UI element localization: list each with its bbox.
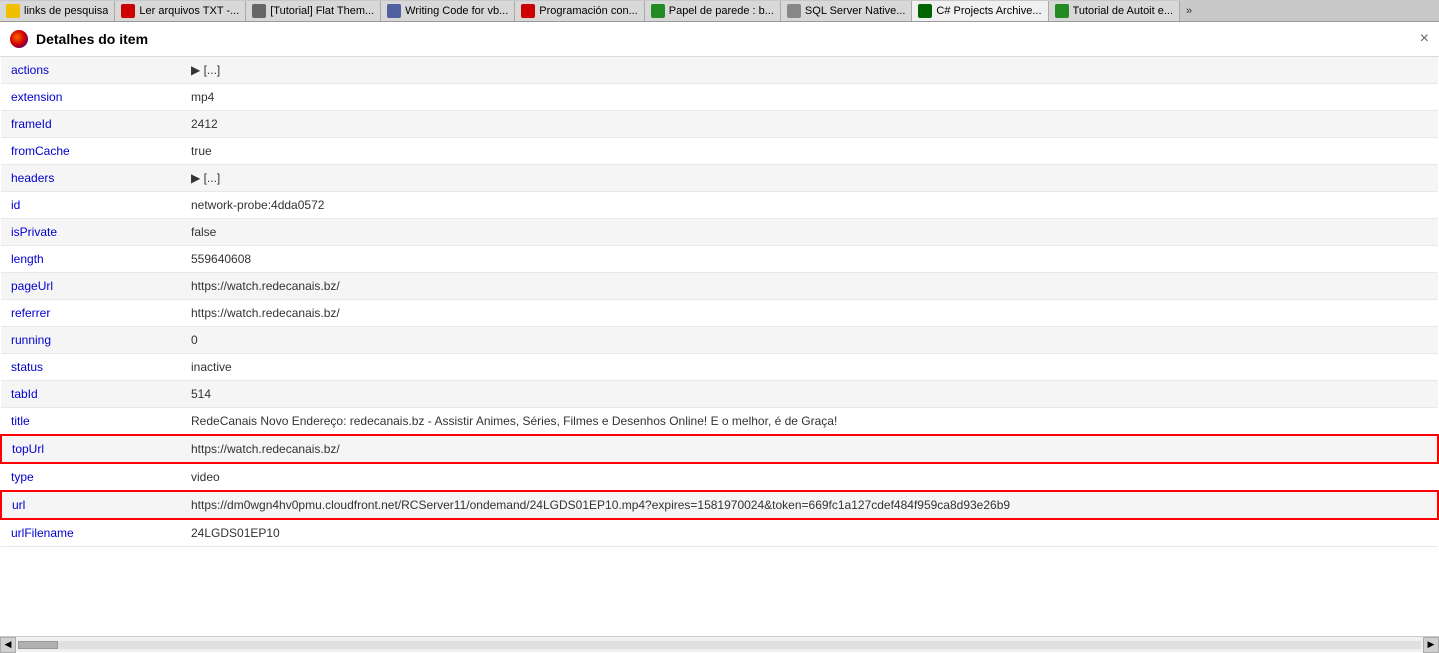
browser-tab-1[interactable]: links de pesquisa [0, 1, 115, 21]
tab-favicon-6 [651, 4, 665, 18]
detail-value-title: RedeCanais Novo Endereço: redecanais.bz … [181, 408, 1438, 436]
detail-row-url: urlhttps://dm0wgn4hv0pmu.cloudfront.net/… [1, 491, 1438, 519]
detail-key-tabId: tabId [1, 381, 181, 408]
main-content: Detalhes do item × actions▶ [...]extensi… [0, 22, 1439, 636]
scroll-thumb[interactable] [18, 641, 58, 649]
detail-key-type: type [1, 463, 181, 491]
detail-table: actions▶ [...]extensionmp4frameId2412fro… [0, 57, 1439, 547]
browser-tab-6[interactable]: Papel de parede : b... [645, 1, 781, 21]
detail-value-actions: ▶ [...] [181, 57, 1438, 84]
detail-key-pageUrl: pageUrl [1, 273, 181, 300]
detail-row-referrer: referrerhttps://watch.redecanais.bz/ [1, 300, 1438, 327]
tab-bar: links de pesquisa Ler arquivos TXT -... [T… [0, 0, 1439, 22]
tab-more-button[interactable]: » [1180, 5, 1198, 17]
detail-row-fromCache: fromCachetrue [1, 138, 1438, 165]
detail-key-title: title [1, 408, 181, 436]
detail-row-headers: headers▶ [...] [1, 165, 1438, 192]
panel-icon [10, 30, 28, 48]
scroll-left-button[interactable]: ◀ [0, 637, 16, 653]
detail-value-fromCache: true [181, 138, 1438, 165]
detail-key-isPrivate: isPrivate [1, 219, 181, 246]
detail-value-topUrl: https://watch.redecanais.bz/ [181, 435, 1438, 463]
detail-row-frameId: frameId2412 [1, 111, 1438, 138]
detail-key-length: length [1, 246, 181, 273]
detail-row-status: statusinactive [1, 354, 1438, 381]
detail-value-tabId: 514 [181, 381, 1438, 408]
tab-favicon-4 [387, 4, 401, 18]
browser-tab-2[interactable]: Ler arquivos TXT -... [115, 1, 246, 21]
panel-header: Detalhes do item × [0, 22, 1439, 57]
detail-row-title: titleRedeCanais Novo Endereço: redecanai… [1, 408, 1438, 436]
tab-label-8: C# Projects Archive... [936, 5, 1041, 17]
tab-favicon-8 [918, 4, 932, 18]
detail-key-headers: headers [1, 165, 181, 192]
detail-value-id: network-probe:4dda0572 [181, 192, 1438, 219]
detail-row-running: running0 [1, 327, 1438, 354]
detail-key-urlFilename: urlFilename [1, 519, 181, 547]
browser-tab-4[interactable]: Writing Code for vb... [381, 1, 515, 21]
detail-value-urlFilename: 24LGDS01EP10 [181, 519, 1438, 547]
detail-row-topUrl: topUrlhttps://watch.redecanais.bz/ [1, 435, 1438, 463]
tab-label-6: Papel de parede : b... [669, 5, 774, 17]
detail-key-topUrl: topUrl [1, 435, 181, 463]
tab-label-3: [Tutorial] Flat Them... [270, 5, 374, 17]
tab-favicon-9 [1055, 4, 1069, 18]
close-button[interactable]: × [1420, 31, 1429, 47]
detail-row-urlFilename: urlFilename24LGDS01EP10 [1, 519, 1438, 547]
tab-label-7: SQL Server Native... [805, 5, 905, 17]
detail-row-id: idnetwork-probe:4dda0572 [1, 192, 1438, 219]
detail-row-extension: extensionmp4 [1, 84, 1438, 111]
detail-key-id: id [1, 192, 181, 219]
detail-value-status: inactive [181, 354, 1438, 381]
bottom-scrollbar[interactable]: ◀ ▶ [0, 636, 1439, 652]
detail-key-frameId: frameId [1, 111, 181, 138]
browser-tab-7[interactable]: SQL Server Native... [781, 1, 912, 21]
tab-favicon-7 [787, 4, 801, 18]
detail-key-url: url [1, 491, 181, 519]
detail-key-running: running [1, 327, 181, 354]
tab-favicon-2 [121, 4, 135, 18]
browser-tab-8[interactable]: C# Projects Archive... [912, 1, 1048, 21]
tab-favicon-5 [521, 4, 535, 18]
browser-tab-5[interactable]: Programación con... [515, 1, 644, 21]
detail-row-tabId: tabId514 [1, 381, 1438, 408]
detail-value-frameId: 2412 [181, 111, 1438, 138]
detail-key-fromCache: fromCache [1, 138, 181, 165]
browser-tab-3[interactable]: [Tutorial] Flat Them... [246, 1, 381, 21]
detail-value-length: 559640608 [181, 246, 1438, 273]
detail-key-extension: extension [1, 84, 181, 111]
panel-title: Detalhes do item [36, 31, 148, 47]
browser-tab-9[interactable]: Tutorial de Autoit e... [1049, 1, 1180, 21]
tab-label-4: Writing Code for vb... [405, 5, 508, 17]
detail-value-url: https://dm0wgn4hv0pmu.cloudfront.net/RCS… [181, 491, 1438, 519]
tab-label-1: links de pesquisa [24, 5, 108, 17]
tab-favicon-1 [6, 4, 20, 18]
detail-row-actions: actions▶ [...] [1, 57, 1438, 84]
detail-row-isPrivate: isPrivatefalse [1, 219, 1438, 246]
detail-value-extension: mp4 [181, 84, 1438, 111]
tab-favicon-3 [252, 4, 266, 18]
detail-key-status: status [1, 354, 181, 381]
scroll-right-button[interactable]: ▶ [1423, 637, 1439, 653]
tab-label-5: Programación con... [539, 5, 637, 17]
detail-value-running: 0 [181, 327, 1438, 354]
detail-value-pageUrl: https://watch.redecanais.bz/ [181, 273, 1438, 300]
tab-label-2: Ler arquivos TXT -... [139, 5, 239, 17]
tab-label-9: Tutorial de Autoit e... [1073, 5, 1173, 17]
detail-row-pageUrl: pageUrlhttps://watch.redecanais.bz/ [1, 273, 1438, 300]
detail-key-actions: actions [1, 57, 181, 84]
detail-value-headers: ▶ [...] [181, 165, 1438, 192]
scroll-track [18, 641, 1421, 649]
detail-row-length: length559640608 [1, 246, 1438, 273]
detail-row-type: typevideo [1, 463, 1438, 491]
detail-value-type: video [181, 463, 1438, 491]
detail-key-referrer: referrer [1, 300, 181, 327]
detail-value-referrer: https://watch.redecanais.bz/ [181, 300, 1438, 327]
detail-value-isPrivate: false [181, 219, 1438, 246]
